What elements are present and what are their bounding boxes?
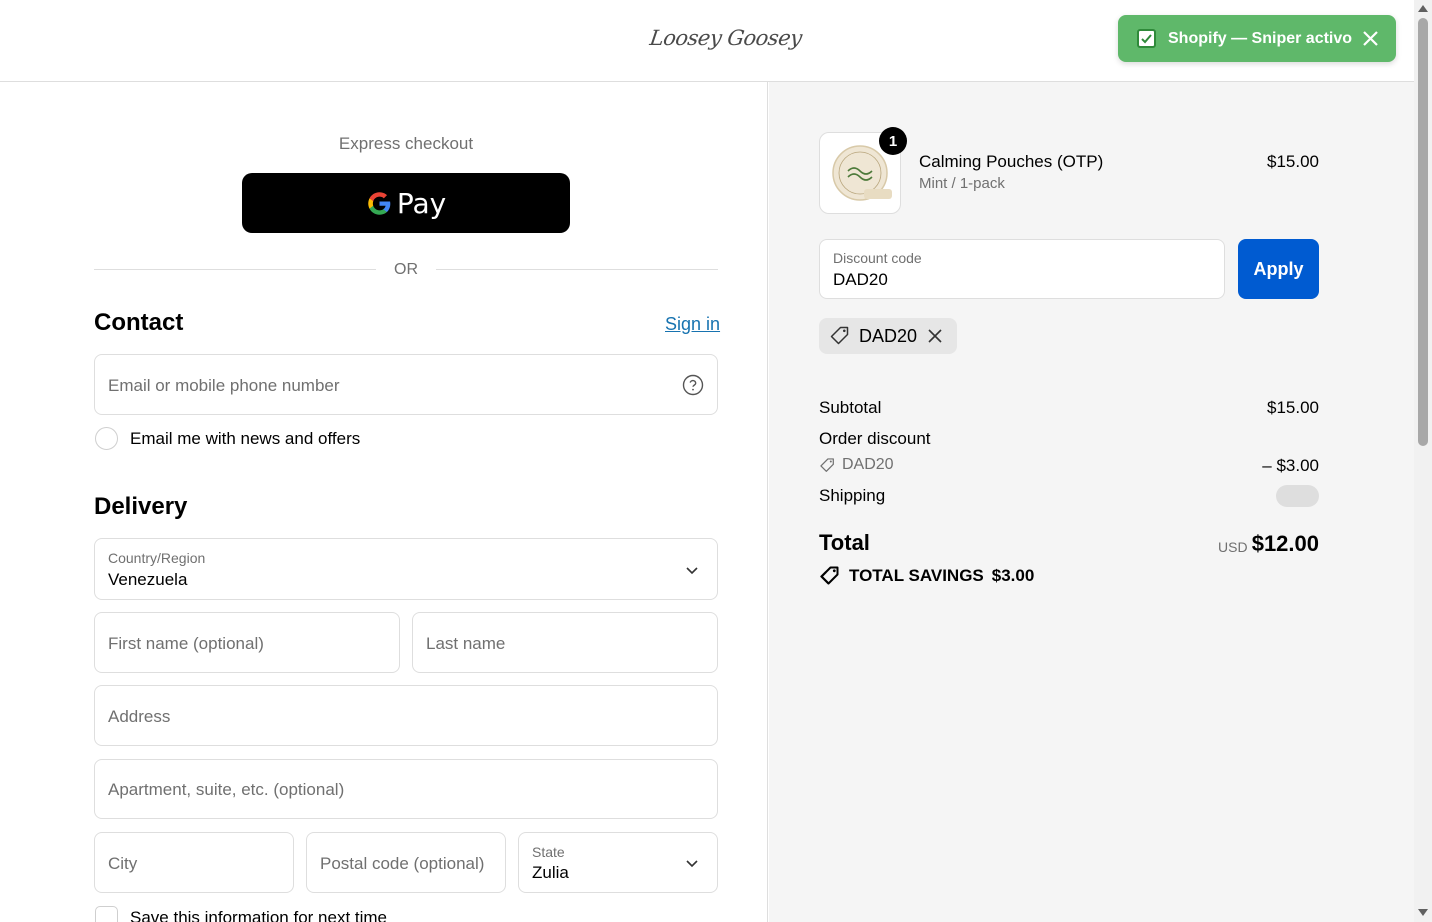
applied-discount-code: DAD20 bbox=[859, 325, 918, 346]
order-discount-label: Order discount bbox=[819, 429, 931, 448]
shipping-label: Shipping bbox=[819, 486, 886, 505]
scroll-down-arrow-icon[interactable] bbox=[1418, 909, 1428, 916]
save-info-label: Save this information for next time bbox=[130, 907, 388, 922]
state-label: State bbox=[532, 844, 565, 860]
discount-code-label: Discount code bbox=[833, 250, 922, 266]
extension-toast: Shopify — Sniper activo bbox=[1118, 15, 1396, 62]
news-offers-option[interactable]: Email me with news and offers bbox=[95, 427, 360, 450]
total-savings: TOTAL SAVINGS $3.00 bbox=[819, 565, 1034, 587]
apartment-placeholder: Apartment, suite, etc. (optional) bbox=[108, 780, 345, 799]
or-divider: OR bbox=[94, 258, 718, 282]
save-info-option[interactable]: Save this information for next time bbox=[95, 906, 387, 922]
order-discount-code-text: DAD20 bbox=[842, 456, 894, 473]
quantity-badge: 1 bbox=[879, 127, 907, 155]
order-discount-code: DAD20 bbox=[819, 456, 894, 474]
chevron-down-icon bbox=[686, 860, 698, 868]
brand-logo[interactable]: Loosey Goosey bbox=[648, 26, 803, 50]
scroll-up-arrow-icon[interactable] bbox=[1418, 5, 1428, 12]
city-field[interactable]: City bbox=[94, 832, 294, 893]
country-select[interactable]: Country/Region Venezuela bbox=[94, 538, 718, 600]
postal-code-placeholder: Postal code (optional) bbox=[320, 854, 485, 873]
close-icon[interactable] bbox=[1361, 29, 1380, 48]
shipping-row: Shipping bbox=[819, 486, 1319, 506]
save-info-checkbox[interactable] bbox=[95, 906, 118, 922]
google-pay-label: Pay bbox=[396, 186, 447, 220]
applied-discount-chip: DAD20 bbox=[819, 318, 958, 354]
total-label: Total bbox=[819, 530, 870, 555]
chevron-down-icon bbox=[686, 567, 698, 575]
order-discount-amount: – $3.00 bbox=[1262, 456, 1319, 475]
sign-in-link[interactable]: Sign in bbox=[665, 314, 720, 335]
google-pay-button[interactable]: Pay bbox=[242, 173, 570, 233]
google-g-icon bbox=[368, 191, 391, 215]
help-icon[interactable] bbox=[682, 374, 704, 396]
last-name-field[interactable]: Last name bbox=[412, 612, 718, 673]
delivery-heading: Delivery bbox=[94, 493, 188, 520]
address-placeholder: Address bbox=[108, 707, 171, 726]
total-currency: USD bbox=[1218, 539, 1248, 555]
subtotal-value: $15.00 bbox=[1267, 398, 1319, 417]
checkbox-checked-icon bbox=[1137, 29, 1156, 48]
country-label: Country/Region bbox=[108, 550, 206, 566]
subtotal-label: Subtotal bbox=[819, 398, 882, 417]
divider-line-right bbox=[436, 269, 718, 270]
postal-code-field[interactable]: Postal code (optional) bbox=[306, 832, 506, 893]
discount-code-value: DAD20 bbox=[833, 270, 888, 289]
contact-heading: Contact bbox=[94, 309, 184, 336]
discount-code-field[interactable]: Discount code DAD20 bbox=[819, 239, 1225, 299]
state-select[interactable]: State Zulia bbox=[518, 832, 718, 893]
order-discount-row: Order discount bbox=[819, 429, 1319, 449]
email-placeholder: Email or mobile phone number bbox=[108, 376, 340, 395]
toast-text: Shopify — Sniper activo bbox=[1168, 29, 1353, 47]
address-field[interactable]: Address bbox=[94, 685, 718, 746]
first-name-field[interactable]: First name (optional) bbox=[94, 612, 400, 673]
subtotal-row: Subtotal $15.00 bbox=[819, 398, 1319, 418]
savings-tag-icon bbox=[820, 566, 839, 585]
last-name-placeholder: Last name bbox=[426, 634, 506, 653]
product-variant: Mint / 1-pack bbox=[919, 175, 1005, 192]
remove-discount-icon[interactable] bbox=[925, 326, 945, 346]
scrollbar-thumb[interactable] bbox=[1418, 18, 1428, 446]
total-value: $12.00 bbox=[1251, 531, 1319, 556]
savings-label: TOTAL SAVINGS bbox=[849, 566, 984, 585]
tag-icon bbox=[830, 326, 849, 345]
city-placeholder: City bbox=[108, 854, 138, 873]
product-price: $15.00 bbox=[1267, 152, 1319, 171]
express-checkout-label: Express checkout bbox=[338, 134, 474, 153]
news-offers-checkbox[interactable] bbox=[95, 427, 118, 450]
news-offers-label: Email me with news and offers bbox=[130, 428, 361, 448]
tag-icon bbox=[820, 457, 834, 472]
state-value: Zulia bbox=[532, 863, 569, 882]
apartment-field[interactable]: Apartment, suite, etc. (optional) bbox=[94, 759, 718, 819]
product-name: Calming Pouches (OTP) bbox=[919, 152, 1104, 171]
or-label: OR bbox=[394, 261, 418, 278]
email-field[interactable]: Email or mobile phone number bbox=[94, 354, 718, 415]
page-scrollbar[interactable] bbox=[1414, 0, 1432, 922]
country-value: Venezuela bbox=[108, 570, 188, 589]
shipping-value-placeholder bbox=[1276, 485, 1319, 507]
first-name-placeholder: First name (optional) bbox=[108, 634, 264, 653]
savings-value: $3.00 bbox=[991, 566, 1035, 585]
apply-discount-button[interactable]: Apply bbox=[1238, 239, 1319, 299]
